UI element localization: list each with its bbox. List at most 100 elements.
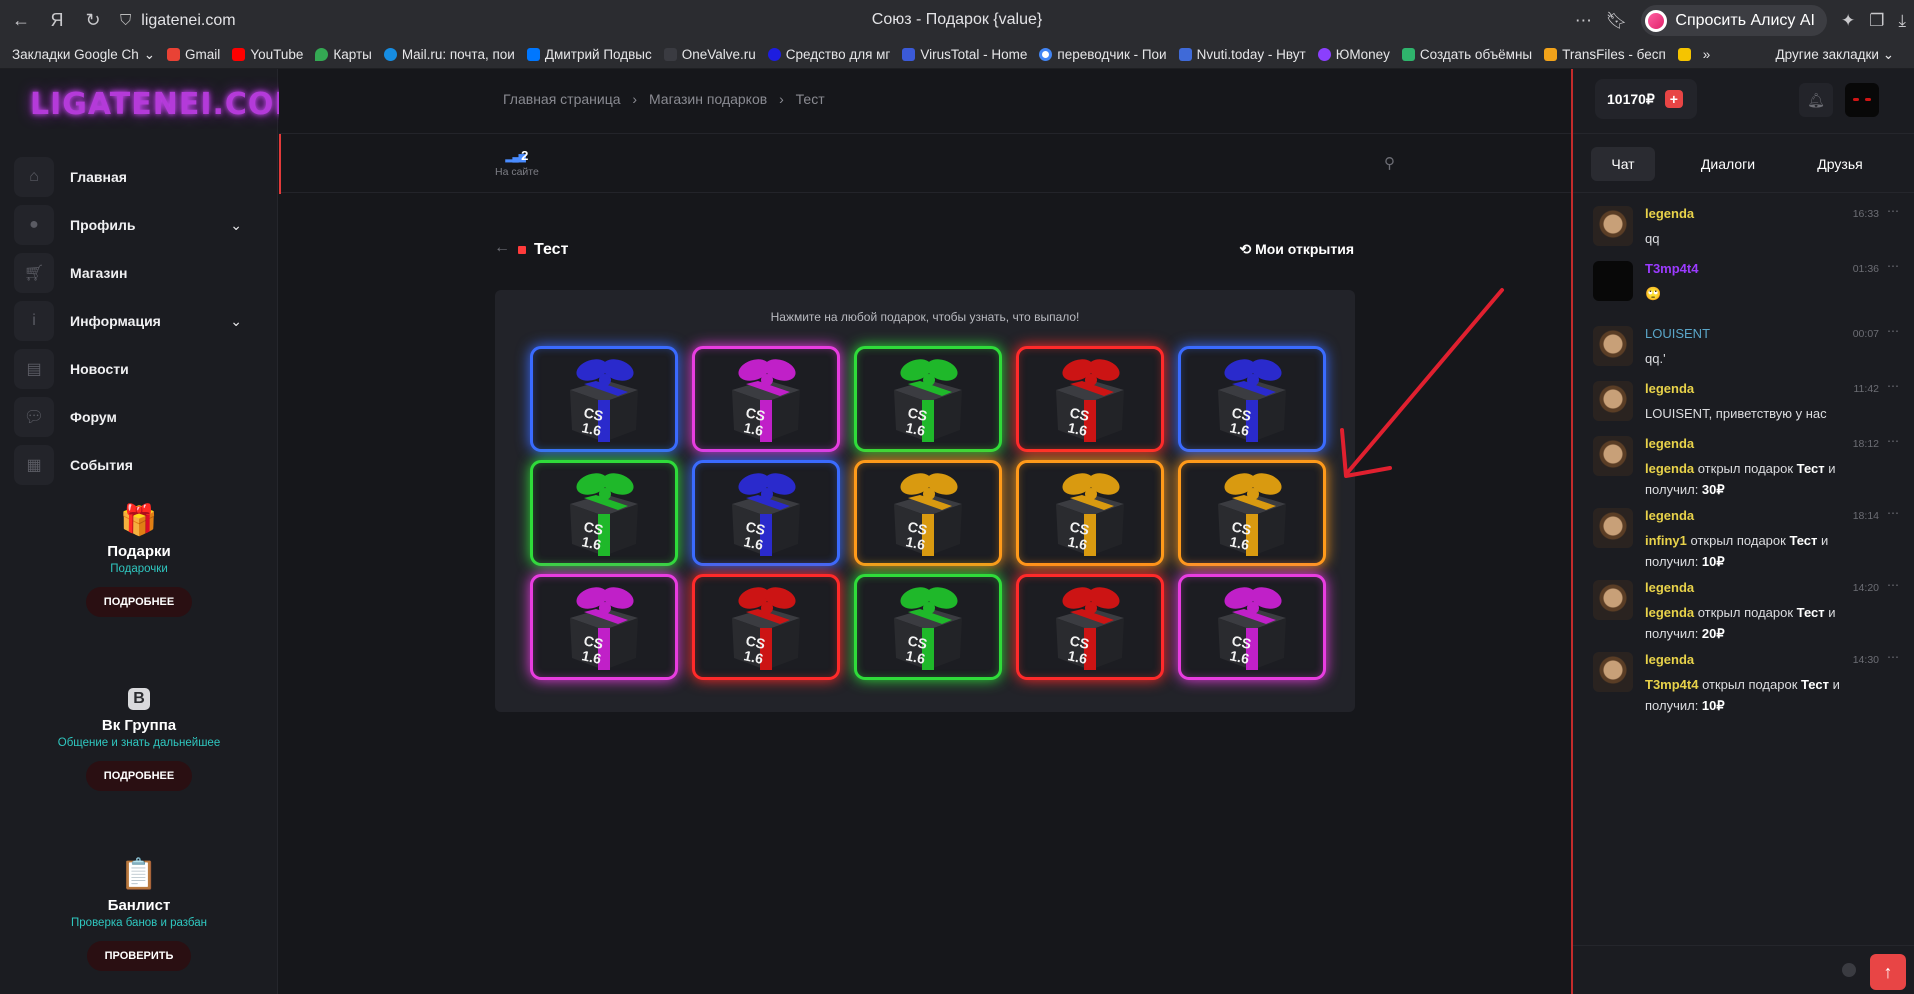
chat-username[interactable]: legenda bbox=[1645, 381, 1694, 396]
chat-username[interactable]: LOUISENT bbox=[1645, 326, 1710, 341]
gift-box[interactable]: CS 1.6 bbox=[1016, 574, 1164, 680]
tab-friends[interactable]: Друзья bbox=[1795, 147, 1885, 181]
chat-text: infiny1 открыл подарок Тест и получил: 1… bbox=[1645, 530, 1875, 572]
chat-input-area[interactable]: ↑ bbox=[1573, 945, 1914, 994]
bookmark-item[interactable]: Создать объёмны bbox=[1401, 47, 1532, 62]
avatar[interactable] bbox=[1593, 508, 1633, 548]
balance-widget[interactable]: 10170₽ + bbox=[1595, 79, 1697, 119]
chat-username[interactable]: legenda bbox=[1645, 508, 1694, 523]
gift-box[interactable]: CS 1.6 bbox=[1178, 346, 1326, 452]
bookmark-item[interactable]: Gmail bbox=[167, 47, 220, 62]
avatar[interactable] bbox=[1593, 261, 1633, 301]
bookmarks-more-button[interactable]: » bbox=[1703, 47, 1711, 62]
promo-check-button[interactable]: ПРОВЕРИТЬ bbox=[86, 941, 192, 971]
gift-box[interactable]: CS 1.6 bbox=[1016, 346, 1164, 452]
downloads-icon[interactable]: ⤓ bbox=[1898, 11, 1906, 31]
gift-box[interactable]: CS 1.6 bbox=[530, 346, 678, 452]
breadcrumb-separator: › bbox=[632, 91, 638, 107]
address-bar[interactable]: ⛉ ligatenei.com bbox=[120, 12, 236, 30]
bookmark-item[interactable]: Карты bbox=[315, 47, 372, 62]
gift-box[interactable]: CS 1.6 bbox=[854, 346, 1002, 452]
bookmark-item[interactable] bbox=[1677, 48, 1691, 61]
gift-box[interactable]: CS 1.6 bbox=[530, 574, 678, 680]
bookmark-item[interactable]: Средство для мг bbox=[767, 47, 890, 62]
chat-username[interactable]: legenda bbox=[1645, 652, 1694, 667]
more-icon[interactable]: ⋯ bbox=[1887, 324, 1899, 338]
gift-box[interactable]: CS 1.6 bbox=[1016, 460, 1164, 566]
smile-icon[interactable] bbox=[1842, 963, 1856, 977]
avatar[interactable] bbox=[1593, 436, 1633, 476]
chat-time: 14:20 bbox=[1852, 582, 1879, 594]
avatar[interactable] bbox=[1593, 206, 1633, 246]
breadcrumb-shop[interactable]: Магазин подарков bbox=[649, 91, 767, 107]
more-icon[interactable]: ⋯ bbox=[1887, 379, 1899, 393]
alice-button[interactable]: Спросить Алису AI bbox=[1641, 5, 1827, 36]
menu-item-news[interactable]: ▤ Новости bbox=[14, 345, 264, 393]
back-arrow-icon[interactable]: ← bbox=[494, 239, 510, 257]
menu-item-home[interactable]: ⌂ Главная bbox=[14, 153, 264, 201]
gift-box[interactable]: CS 1.6 bbox=[854, 460, 1002, 566]
bookmark-item[interactable]: TransFiles - бесп bbox=[1544, 47, 1666, 62]
menu-item-events[interactable]: ▦ События bbox=[14, 441, 264, 489]
chat-username[interactable]: legenda bbox=[1645, 206, 1694, 221]
more-icon[interactable]: ⋯ bbox=[1887, 506, 1899, 520]
avatar[interactable] bbox=[1845, 83, 1879, 117]
promo-title: Банлист bbox=[107, 897, 171, 914]
menu-item-forum[interactable]: 💬︎ Форум bbox=[14, 393, 264, 441]
tabs-icon[interactable]: ❐ bbox=[1869, 11, 1884, 31]
bookmark-item[interactable]: Nvuti.today - Нвут bbox=[1178, 47, 1306, 62]
bell-icon[interactable]: 🔔︎ bbox=[1799, 83, 1833, 117]
gift-box[interactable]: CS 1.6 bbox=[692, 346, 840, 452]
back-icon[interactable]: ← bbox=[6, 6, 36, 36]
avatar[interactable] bbox=[1593, 652, 1633, 692]
gift-box[interactable]: CS 1.6 bbox=[1178, 574, 1326, 680]
bookmark-item[interactable]: OneValve.ru bbox=[663, 47, 756, 62]
avatar[interactable] bbox=[1593, 580, 1633, 620]
avatar[interactable] bbox=[1593, 381, 1633, 421]
bookmark-item[interactable]: ЮMoney bbox=[1317, 47, 1390, 62]
chevron-down-icon[interactable]: ⌄ bbox=[230, 217, 242, 234]
more-icon[interactable]: ⋯ bbox=[1887, 650, 1899, 664]
chevron-down-icon[interactable]: ⌄ bbox=[230, 313, 242, 330]
search-icon[interactable]: ⚲ bbox=[1384, 154, 1395, 172]
bookmark-item[interactable]: VirusTotal - Home bbox=[902, 47, 1027, 62]
menu-item-shop[interactable]: 🛒︎ Магазин bbox=[14, 249, 264, 297]
site-logo[interactable]: LIGATENEI.COM bbox=[30, 87, 305, 122]
chat-username[interactable]: legenda bbox=[1645, 580, 1694, 595]
my-openings-link[interactable]: ⟲ Мои открытия bbox=[1239, 241, 1354, 258]
extensions-icon[interactable]: ✦ bbox=[1841, 11, 1855, 31]
gift-box[interactable]: CS 1.6 bbox=[854, 574, 1002, 680]
chat-username[interactable]: legenda bbox=[1645, 436, 1694, 451]
yandex-icon[interactable]: Я bbox=[42, 6, 72, 36]
avatar[interactable] bbox=[1593, 326, 1633, 366]
bookmark-item[interactable]: YouTube bbox=[232, 47, 303, 62]
gift-box[interactable]: CS 1.6 bbox=[692, 460, 840, 566]
url-text[interactable]: ligatenei.com bbox=[141, 12, 235, 30]
menu-item-info[interactable]: i Информация ⌄ bbox=[14, 297, 264, 345]
plus-icon[interactable]: + bbox=[1664, 90, 1683, 108]
bookmark-item[interactable]: переводчик - Пои bbox=[1039, 47, 1167, 62]
bookmark-icon[interactable]: 🔖︎ bbox=[1606, 11, 1628, 31]
gift-box[interactable]: CS 1.6 bbox=[530, 460, 678, 566]
bookmark-item[interactable]: Закладки Google Ch ⌄ bbox=[12, 47, 155, 63]
chat-username[interactable]: T3mp4t4 bbox=[1645, 261, 1698, 276]
more-icon[interactable]: ⋯ bbox=[1575, 11, 1592, 31]
gift-icon: 🎁 bbox=[120, 504, 158, 537]
tab-chat[interactable]: Чат bbox=[1591, 147, 1655, 181]
menu-item-profile[interactable]: ● Профиль ⌄ bbox=[14, 201, 264, 249]
other-bookmarks[interactable]: Другие закладки ⌄ bbox=[1775, 47, 1894, 63]
more-icon[interactable]: ⋯ bbox=[1887, 578, 1899, 592]
bookmark-item[interactable]: Дмитрий Подвыс bbox=[526, 47, 652, 62]
promo-details-button[interactable]: ПОДРОБНЕЕ bbox=[85, 587, 193, 617]
more-icon[interactable]: ⋯ bbox=[1887, 204, 1899, 218]
reload-icon[interactable]: ↻ bbox=[78, 6, 108, 36]
breadcrumb-home[interactable]: Главная страница bbox=[503, 91, 621, 107]
more-icon[interactable]: ⋯ bbox=[1887, 434, 1899, 448]
gift-box[interactable]: CS 1.6 bbox=[1178, 460, 1326, 566]
more-icon[interactable]: ⋯ bbox=[1887, 259, 1899, 273]
gift-box[interactable]: CS 1.6 bbox=[692, 574, 840, 680]
promo-details-button[interactable]: ПОДРОБНЕЕ bbox=[85, 761, 193, 791]
bookmark-item[interactable]: Mail.ru: почта, пои bbox=[383, 47, 515, 62]
scroll-top-button[interactable]: ↑ bbox=[1870, 954, 1906, 990]
tab-dialogs[interactable]: Диалоги bbox=[1683, 147, 1773, 181]
